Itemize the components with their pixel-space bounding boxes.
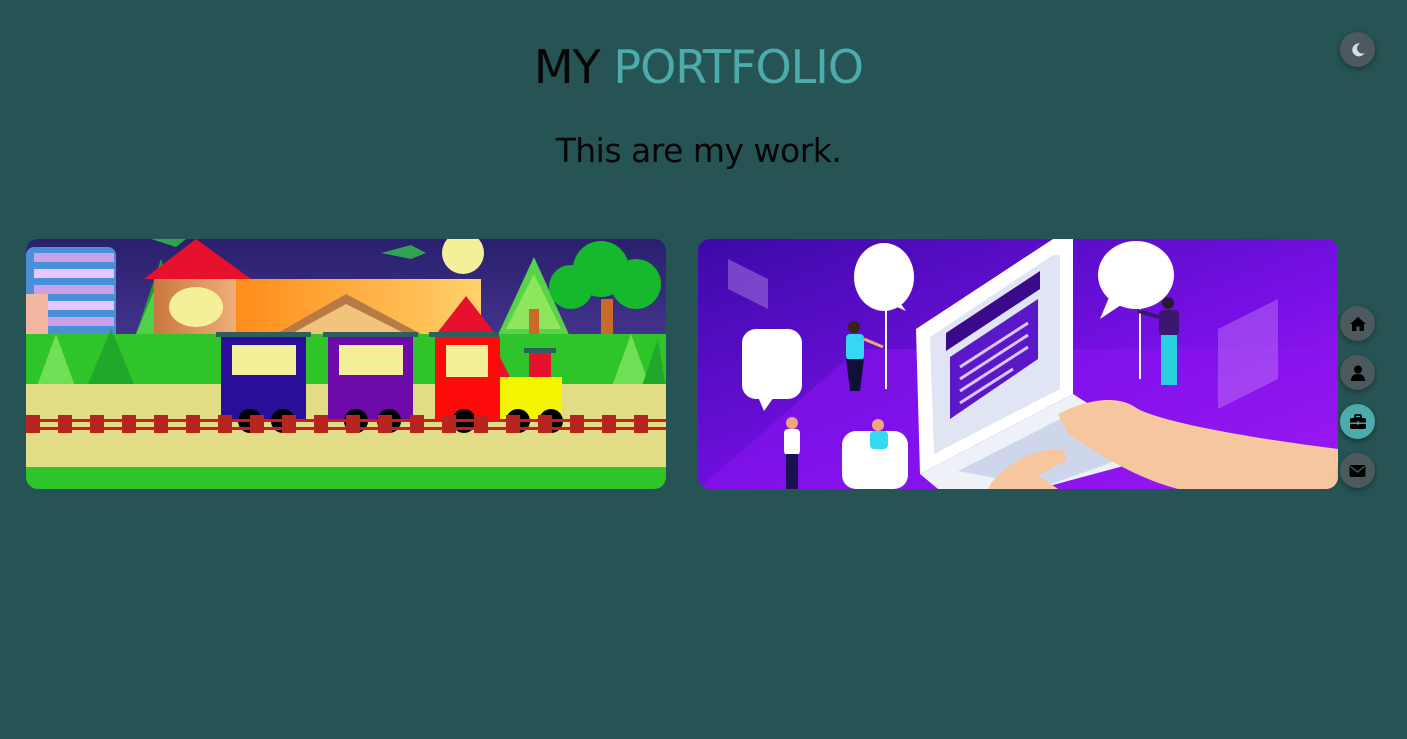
nav-contact-button[interactable]: [1340, 453, 1375, 488]
briefcase-icon: [1349, 413, 1366, 429]
home-icon: [1349, 316, 1366, 331]
title-word-my: MY: [533, 40, 601, 94]
train-village-illustration: [26, 239, 666, 489]
laptop-chat-isometric-illustration: [698, 239, 1338, 489]
portfolio-card-laptop[interactable]: [698, 239, 1338, 489]
page-subtitle: This are my work.: [555, 131, 842, 170]
page-title: MY PORTFOLIO: [0, 38, 1397, 96]
side-nav: [1340, 306, 1375, 502]
envelope-icon: [1349, 464, 1366, 477]
title-word-portfolio: PORTFOLIO: [613, 40, 864, 94]
nav-about-button[interactable]: [1340, 355, 1375, 390]
nav-home-button[interactable]: [1340, 306, 1375, 341]
user-icon: [1350, 365, 1365, 381]
nav-portfolio-button[interactable]: [1340, 404, 1375, 439]
portfolio-card-train[interactable]: [26, 239, 666, 489]
